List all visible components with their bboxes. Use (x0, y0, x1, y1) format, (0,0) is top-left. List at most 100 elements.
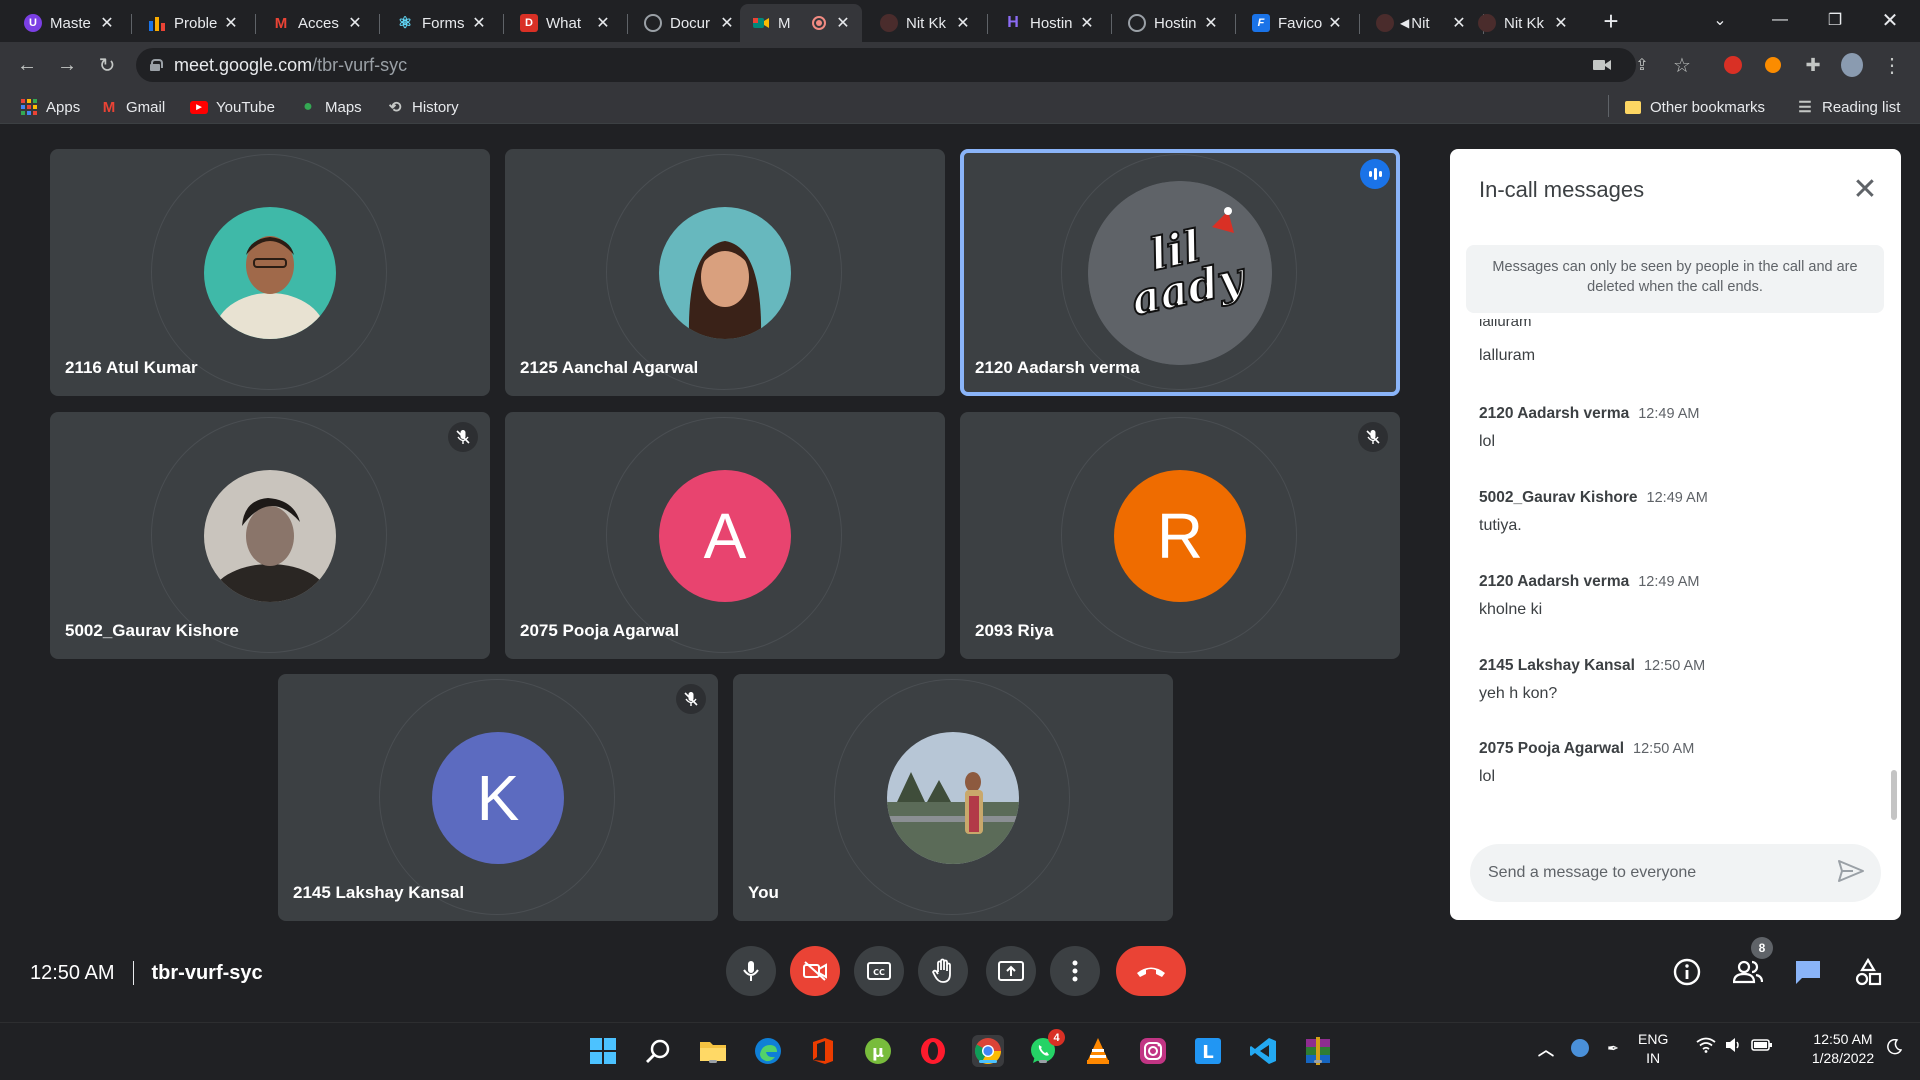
winrar-icon[interactable] (1302, 1035, 1334, 1067)
close-panel-icon[interactable]: ✕ (1847, 171, 1883, 207)
vlc-icon[interactable] (1082, 1035, 1114, 1067)
l-app-icon[interactable]: L (1192, 1035, 1224, 1067)
browser-tab[interactable]: ◀ Nit ✕ (1364, 6, 1478, 40)
browser-tab[interactable]: Nit Kk ✕ (868, 6, 982, 40)
self-tile[interactable]: You (733, 674, 1173, 921)
react-favicon-icon: ⚛ (397, 15, 413, 32)
close-tab-icon[interactable]: ✕ (1552, 14, 1570, 32)
other-bookmarks-folder[interactable]: Other bookmarks (1624, 96, 1765, 118)
office-icon[interactable] (807, 1035, 839, 1067)
bookmark-maps[interactable]: ● Maps (299, 96, 362, 118)
leave-call-button[interactable] (1116, 946, 1186, 996)
chat-button[interactable] (1790, 954, 1826, 990)
close-tab-icon[interactable]: ✕ (718, 14, 736, 32)
message-compose-box[interactable] (1470, 844, 1881, 902)
wifi-icon[interactable] (1696, 1037, 1716, 1058)
browser-tab[interactable]: Hostin ✕ (1116, 6, 1230, 40)
back-arrow-icon[interactable]: ← (12, 50, 42, 80)
close-tab-icon[interactable]: ✕ (834, 14, 852, 32)
minimize-icon[interactable]: — (1750, 0, 1810, 40)
whatsapp-icon[interactable]: 4 (1027, 1029, 1065, 1067)
microphone-button[interactable] (726, 946, 776, 996)
participant-tile[interactable]: R 2093 Riya (960, 412, 1400, 659)
chrome-icon[interactable] (972, 1035, 1004, 1067)
tab-search-chevron-icon[interactable]: ⌄ (1690, 0, 1750, 40)
close-tab-icon[interactable]: ✕ (1202, 14, 1220, 32)
focus-assist-moon-icon[interactable] (1886, 1038, 1903, 1060)
browser-tab[interactable]: Proble ✕ (136, 6, 250, 40)
volume-icon[interactable] (1725, 1037, 1743, 1058)
camera-off-button[interactable] (790, 946, 840, 996)
language-indicator[interactable]: ENG IN (1638, 1030, 1668, 1068)
bookmark-history[interactable]: ⟲ History (386, 96, 459, 118)
close-tab-icon[interactable]: ✕ (98, 14, 116, 32)
bookmark-apps[interactable]: Apps (20, 96, 80, 118)
participant-tile[interactable]: 2125 Aanchal Agarwal (505, 149, 945, 396)
bookmark-gmail[interactable]: M Gmail (100, 96, 165, 118)
edge-browser-icon[interactable] (752, 1035, 784, 1067)
participant-tile[interactable]: 5002_Gaurav Kishore (50, 412, 490, 659)
restore-icon[interactable]: ❐ (1805, 0, 1865, 40)
browser-tab-active[interactable]: M ✕ (740, 4, 862, 42)
close-tab-icon[interactable]: ✕ (222, 14, 240, 32)
tray-app-icon[interactable] (1569, 1037, 1591, 1059)
show-hidden-icons-chevron-icon[interactable]: ︿ (1535, 1037, 1557, 1059)
lock-icon[interactable] (150, 59, 163, 71)
raise-hand-button[interactable] (918, 946, 968, 996)
bookmark-youtube[interactable]: ▶ YouTube (190, 96, 275, 118)
reload-icon[interactable]: ↻ (92, 50, 122, 80)
browser-tab[interactable]: Docur ✕ (632, 6, 746, 40)
extension-icon[interactable] (1722, 54, 1744, 76)
profile-avatar[interactable] (1841, 53, 1863, 77)
close-tab-icon[interactable]: ✕ (954, 14, 972, 32)
more-options-button[interactable] (1050, 946, 1100, 996)
reading-list[interactable]: ☰ Reading list (1796, 96, 1900, 118)
participant-tile[interactable]: 2116 Atul Kumar (50, 149, 490, 396)
message-list-scrollbar[interactable] (1891, 770, 1897, 820)
captions-button[interactable]: CC (854, 946, 904, 996)
search-icon[interactable] (642, 1035, 674, 1067)
close-tab-icon[interactable]: ✕ (1078, 14, 1096, 32)
participant-tile[interactable]: K 2145 Lakshay Kansal (278, 674, 718, 921)
system-clock[interactable]: 12:50 AM 1/28/2022 (1798, 1030, 1888, 1068)
browser-tab[interactable]: ⚛ Forms ✕ (384, 6, 498, 40)
windows-start-icon[interactable] (587, 1035, 619, 1067)
vscode-icon[interactable] (1247, 1035, 1279, 1067)
people-icon (1733, 960, 1763, 984)
close-tab-icon[interactable]: ✕ (1326, 14, 1344, 32)
participant-tile[interactable]: A 2075 Pooja Agarwal (505, 412, 945, 659)
pen-input-icon[interactable]: ✒ (1601, 1037, 1625, 1059)
close-tab-icon[interactable]: ✕ (594, 14, 612, 32)
share-icon[interactable]: ⇪ (1631, 54, 1653, 76)
extensions-puzzle-icon[interactable]: ✚ (1802, 54, 1824, 76)
close-tab-icon[interactable]: ✕ (346, 14, 364, 32)
opera-icon[interactable] (917, 1035, 949, 1067)
send-message-icon[interactable] (1837, 859, 1867, 887)
forward-arrow-icon[interactable]: → (52, 50, 82, 80)
battery-icon[interactable] (1751, 1037, 1773, 1058)
browser-tab[interactable]: D What ✕ (508, 6, 622, 40)
address-bar[interactable]: meet.google.com/tbr-vurf-syc (136, 48, 1636, 82)
meeting-details-button[interactable] (1669, 954, 1705, 990)
file-explorer-icon[interactable] (697, 1035, 729, 1067)
browser-tab[interactable]: Nit Kk ✕ (1466, 6, 1580, 40)
instagram-icon[interactable] (1137, 1035, 1169, 1067)
bookmark-star-icon[interactable]: ☆ (1671, 54, 1693, 77)
message-input[interactable] (1488, 864, 1818, 882)
close-window-icon[interactable]: ✕ (1860, 0, 1920, 40)
browser-tab[interactable]: U Maste ✕ (12, 6, 126, 40)
chrome-menu-icon[interactable]: ⋮ (1881, 54, 1903, 77)
activities-button[interactable] (1850, 954, 1886, 990)
browser-tab[interactable]: F Favico ✕ (1240, 6, 1354, 40)
camera-in-use-icon[interactable] (1591, 54, 1613, 76)
new-tab-button[interactable]: + (1597, 8, 1625, 36)
browser-tab[interactable]: H Hostin ✕ (992, 6, 1106, 40)
message-list[interactable]: lalluram lalluram 2120 Aadarsh verma 12:4… (1450, 319, 1880, 920)
participant-tile-speaking[interactable]: lil aady 2120 Aadarsh verma (960, 149, 1400, 396)
utorrent-icon[interactable]: µ (862, 1035, 894, 1067)
present-now-button[interactable] (986, 946, 1036, 996)
people-button[interactable] (1730, 954, 1766, 990)
close-tab-icon[interactable]: ✕ (470, 14, 488, 32)
extension-icon[interactable] (1762, 54, 1784, 76)
browser-tab[interactable]: M Acces ✕ (260, 6, 374, 40)
